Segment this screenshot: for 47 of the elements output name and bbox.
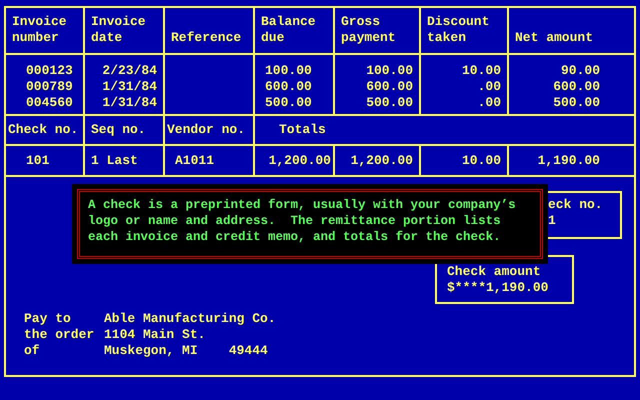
- check-amount-label: Check amount: [447, 264, 542, 280]
- table-cell: 600.00: [366, 79, 413, 95]
- table-cell: 90.00: [560, 63, 600, 79]
- table-cell: 1/31/84: [102, 79, 157, 95]
- table-cell: A1011: [175, 152, 214, 168]
- column-header: Balance due: [261, 14, 317, 46]
- pay-to-label: the order: [24, 327, 96, 343]
- column-header: Invoice number: [12, 14, 68, 46]
- table-cell: 500.00: [366, 95, 413, 111]
- table-cell: 1,200.00: [350, 152, 413, 168]
- pay-to-label: of: [24, 343, 41, 359]
- column-header: Totals: [279, 122, 326, 138]
- table-cell: .00: [478, 79, 501, 95]
- column-header: Check no.: [8, 122, 78, 138]
- check-number-value: 1: [548, 213, 557, 229]
- table-cell-text: 004560: [26, 95, 74, 111]
- column-header: Invoice date: [91, 14, 147, 46]
- column-header: Vendor no.: [167, 122, 246, 138]
- table-cell: 1,190.00: [538, 152, 600, 168]
- table-cell: 1 Last: [91, 152, 138, 168]
- table-cell: 10.00: [462, 63, 501, 79]
- table-cell: 10.00: [462, 152, 501, 168]
- table-cell-text: 600.00: [265, 79, 313, 95]
- table-cell: .00: [478, 95, 501, 111]
- check-amount-value: $****1,190.00: [447, 280, 550, 296]
- check-number-label: eck no.: [548, 197, 604, 213]
- table-cell-text: 000123: [26, 63, 74, 79]
- column-header: Seq no.: [91, 122, 146, 138]
- table-cell: 100.00: [366, 63, 413, 79]
- table-cell: 101: [26, 152, 50, 168]
- table-cell: 500.00: [553, 95, 600, 111]
- payee-address-line: Muskegon, MI 49444: [104, 343, 269, 359]
- table-cell: 1/31/84: [102, 95, 157, 111]
- table-cell: 600.00: [553, 79, 600, 95]
- pay-to-label: Pay to: [24, 311, 72, 327]
- column-header: Reference: [171, 30, 242, 46]
- column-header: Net amount: [515, 30, 594, 46]
- table-cell: 1,200.00: [268, 152, 331, 168]
- table-cell-text: 500.00: [265, 95, 313, 111]
- payee-address-line: 1104 Main St.: [104, 327, 206, 343]
- column-header: Gross payment: [341, 14, 397, 46]
- table-cell-text: 000789: [26, 79, 74, 95]
- table-cell-text: 100.00: [265, 63, 313, 79]
- payee-address-line: Able Manufacturing Co.: [104, 311, 276, 327]
- help-text: A check is a preprinted form, usually with your company’s logo or name and address. The remittance portion lists each invoice and credit memo, and totals for the check.: [88, 197, 517, 245]
- column-header: Discount taken: [427, 14, 490, 46]
- table-cell: 2/23/84: [102, 63, 157, 79]
